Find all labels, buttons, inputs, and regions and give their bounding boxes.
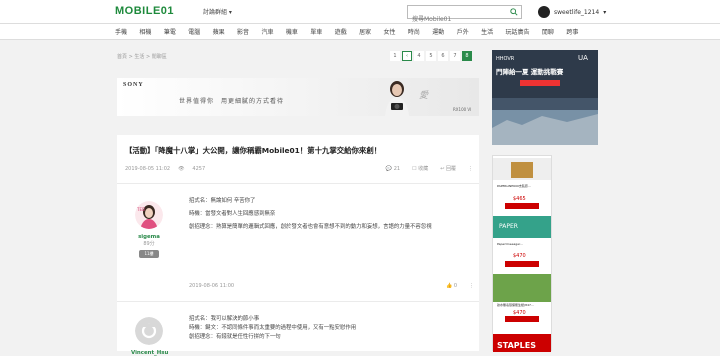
ad-item-title: PaperOneeager...: [497, 242, 523, 246]
svg-text:UA: UA: [578, 54, 588, 62]
thread-views: 4257: [192, 166, 206, 172]
ad-item-price: $470: [513, 253, 526, 259]
username: sweetlife_1214: [554, 8, 600, 16]
divider: [117, 183, 479, 184]
page-5[interactable]: 5: [426, 51, 436, 61]
forum-dropdown[interactable]: 討論群組 ▾: [203, 7, 232, 16]
thread-date: 2019-08-05 11:02: [125, 166, 171, 172]
thread-meta: 2019-08-05 11:02 👁 4257: [125, 166, 205, 172]
ad-shop-brand: STAPLES: [497, 341, 536, 350]
nav-item[interactable]: 影音: [237, 27, 249, 36]
page-6[interactable]: 6: [438, 51, 448, 61]
search-box[interactable]: [407, 5, 522, 26]
nav-item[interactable]: 單車: [310, 27, 322, 36]
nav-item[interactable]: 時尚: [408, 27, 420, 36]
ad-sidebar-top[interactable]: HHOVR 門陣給一夏 運動挑戰賽 UA: [492, 50, 598, 145]
ad-item-title: PAPERLINE600支裝原...: [497, 183, 531, 188]
thread-actions: 💬 21 ☐ 收藏 ↩ 回覆 ⋮: [386, 165, 473, 173]
author-avatar[interactable]: [135, 317, 163, 345]
post-line: 招式名：無論如何 辛苦你了: [189, 198, 256, 204]
ad-model-photo: 愛: [385, 81, 429, 116]
page-current[interactable]: 8: [462, 51, 472, 61]
nav-item[interactable]: 機車: [286, 27, 298, 36]
thumb-icon: 👍: [445, 283, 454, 289]
thread-title: 【活動】「降魔十八掌」大公開，讓你稱霸Mobile01！第十九掌交給你來創！: [125, 146, 382, 155]
post-line: 創招理念：熟算是簡單的邏輯式回應，創於發文者也會有意想不到的動力和妄想，言語的力…: [189, 224, 432, 231]
author-points: 89分: [143, 241, 155, 247]
post-content: 招式名：無論如何 辛苦你了 時機：當發文者對人生回應感到無奈 創招理念：熟算是簡…: [189, 197, 479, 237]
ad-item-price: $465: [513, 196, 526, 202]
divider: [117, 301, 479, 302]
more-icon[interactable]: ⋮: [468, 166, 473, 172]
search-icon[interactable]: [510, 8, 518, 16]
save-button[interactable]: ☐ 收藏: [412, 165, 428, 172]
nav-item[interactable]: 居家: [359, 27, 371, 36]
ad-slogan: 世界值得你 用更細膩的方式看待: [179, 98, 285, 105]
ad-sidebar-shop[interactable]: PAPER STAPLES PAPERLINE600支裝原... $465 Pa…: [492, 155, 552, 352]
author-avatar[interactable]: TED: [135, 201, 163, 229]
top-bar: MOBILE01 討論群組 ▾ sweetlife_1214 ▾: [0, 0, 720, 26]
nav-item[interactable]: 戶外: [457, 27, 469, 36]
nav-item[interactable]: 電腦: [188, 27, 200, 36]
floor-badge: 11樓: [139, 250, 159, 258]
reply-icon: 💬: [385, 165, 394, 172]
post-content: 招式名：我可以解決的節小事 時機：鍵文：不認同條件事而太重要的過程中使用，又有一…: [189, 315, 479, 343]
post-date: 2019-08-06 11:00: [189, 283, 235, 289]
breadcrumb[interactable]: 首頁 > 生活 > 閒聊區: [117, 53, 167, 60]
post-line: 招式名：我可以解決的節小事: [189, 316, 260, 322]
caret-down-icon[interactable]: ▾: [603, 9, 606, 16]
reply-count[interactable]: 💬 21: [386, 166, 400, 172]
ad-item-title: 熱水無毒環保衛生紙(847...: [497, 302, 534, 307]
eye-icon: 👁: [178, 166, 185, 172]
prev-page-button[interactable]: ‹: [402, 51, 412, 61]
like-button[interactable]: 👍 0: [446, 283, 457, 289]
ad-sidebar-text: 門陣給一夏 運動挑戰賽: [496, 67, 564, 76]
avatar[interactable]: [538, 6, 550, 18]
post-line: 創招理念：有錢就是任性行拼的下一句: [189, 334, 281, 341]
nav-item[interactable]: 運動: [432, 27, 444, 36]
user-menu[interactable]: sweetlife_1214 ▾: [538, 5, 606, 19]
nav-item[interactable]: 汽車: [261, 27, 273, 36]
post-author: Vincent_Hsu: [131, 317, 168, 356]
shop-ad-graphic: PAPER STAPLES PAPERLINE600支裝原... $465 Pa…: [493, 158, 551, 352]
ad-brand: SONY: [123, 82, 144, 88]
page-4[interactable]: 4: [414, 51, 424, 61]
post-line: 時機：當發文者對人生回應感到無奈: [189, 211, 276, 218]
site-logo[interactable]: MOBILE01: [115, 5, 174, 17]
more-icon[interactable]: ⋮: [469, 283, 474, 289]
nav-item[interactable]: 蘋果: [213, 27, 225, 36]
nav-item[interactable]: 玩話廣告: [506, 27, 530, 36]
reply-button[interactable]: ↩ 回覆: [440, 165, 456, 172]
nav-item[interactable]: 女性: [383, 27, 395, 36]
ad-item-price: $470: [513, 310, 526, 316]
nav-item[interactable]: 跨事: [566, 27, 578, 36]
post-author: TED sigema 89分 11樓: [131, 201, 167, 258]
post-line: 時機：鍵文：不認同條件事而太重要的過程中使用，又有一點安慰作用: [189, 325, 357, 332]
thread-card: 【活動】「降魔十八掌」大公開，讓你稱霸Mobile01！第十九掌交給你來創！ 2…: [117, 135, 479, 356]
ad-model: RX100 VI: [453, 107, 472, 112]
nav-item[interactable]: 生活: [481, 27, 493, 36]
nav-item[interactable]: 相機: [139, 27, 151, 36]
nav-item[interactable]: 手機: [115, 27, 127, 36]
post-actions: 👍 0 ⋮: [446, 283, 474, 289]
category-nav: 手機 相機 筆電 電腦 蘋果 影音 汽車 機車 單車 遊戲 居家 女性 時尚 運動 戶外 生活 玩話廣告 閒聊 跨事: [0, 24, 720, 40]
svg-text:PAPER: PAPER: [499, 223, 518, 230]
svg-text:TED: TED: [136, 207, 145, 212]
nav-item[interactable]: 筆電: [164, 27, 176, 36]
nav-item[interactable]: 閒聊: [542, 27, 554, 36]
page-7[interactable]: 7: [450, 51, 460, 61]
svg-text:HHOVR: HHOVR: [496, 56, 515, 62]
ad-banner[interactable]: SONY 世界值得你 用更細膩的方式看待 愛 RX100 VI: [117, 78, 479, 116]
svg-text:愛: 愛: [419, 90, 429, 101]
page-1[interactable]: 1: [390, 51, 400, 61]
pagination: 1 ‹ 4 5 6 7 8: [390, 51, 472, 61]
nav-item[interactable]: 遊戲: [335, 27, 347, 36]
